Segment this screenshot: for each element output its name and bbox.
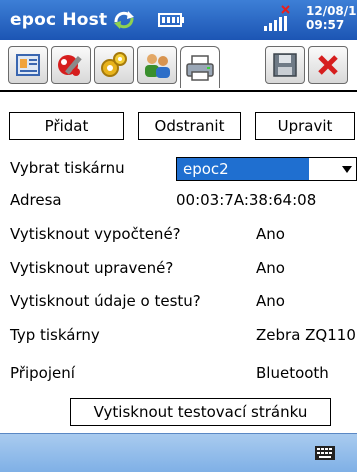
signal-icon[interactable] [262,4,296,40]
toolbar-divider [0,90,357,92]
add-button[interactable]: Přidat [9,112,124,140]
app-title[interactable]: epoc Host [10,10,107,30]
time-text: 09:57 [306,18,345,32]
toolbar [0,40,357,92]
printer-type-value[interactable]: Zebra ZQ110 [256,326,357,344]
tools-icon [58,55,82,76]
red-x-icon [318,55,338,75]
tab-settings[interactable] [94,46,134,84]
bottom-bar [0,433,357,472]
datetime[interactable]: 12/08/16 09:57 [306,4,357,32]
id-card-icon [16,54,40,76]
gears-icon [101,52,127,77]
tab-tools[interactable] [51,46,91,84]
connection-value[interactable]: Bluetooth [256,364,329,382]
battery-icon[interactable] [158,12,186,32]
sync-icon[interactable] [112,8,136,36]
select-printer-label: Vybrat tiskárnu [10,159,125,177]
print-test-info-value[interactable]: Ano [256,292,285,310]
remove-button[interactable]: Odstranit [138,112,241,140]
printer-select[interactable]: epoc2 [176,157,357,181]
keyboard-icon[interactable] [314,445,336,465]
connection-label: Připojení [10,364,75,382]
close-button[interactable] [308,46,348,84]
printer-icon [186,54,214,81]
print-calculated-value[interactable]: Ano [256,225,285,243]
tab-printer[interactable] [180,46,220,88]
print-edited-value[interactable]: Ano [256,259,285,277]
users-icon [145,54,170,78]
print-test-info-label: Vytisknout údaje o testu? [10,292,201,310]
edit-button[interactable]: Upravit [255,112,355,140]
floppy-icon [273,53,297,77]
save-button[interactable] [265,46,305,84]
title-bar: epoc Host 12/08/16 09: [0,0,357,40]
address-value: 00:03:7A:38:64:08 [176,191,317,209]
printer-type-label: Typ tiskárny [10,326,100,344]
printer-select-value: epoc2 [177,158,309,180]
address-label: Adresa [10,191,62,209]
date-text: 12/08/16 [306,4,357,18]
tab-patient[interactable] [8,46,48,84]
print-edited-label: Vytisknout upravené? [10,259,174,277]
print-test-page-button[interactable]: Vytisknout testovací stránku [70,398,331,426]
print-calculated-label: Vytisknout vypočtené? [10,225,181,243]
chevron-down-icon[interactable] [342,166,352,173]
tab-users[interactable] [137,46,177,84]
